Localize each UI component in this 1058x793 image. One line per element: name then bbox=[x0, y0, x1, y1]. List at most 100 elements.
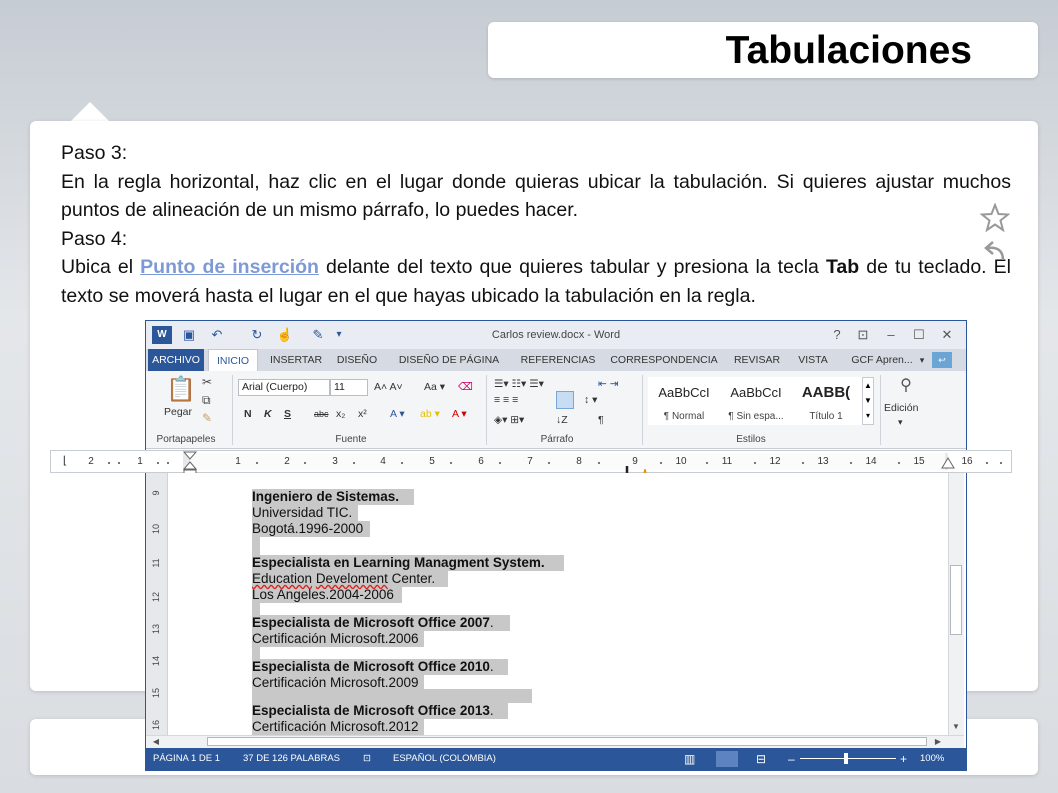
superscript-button[interactable]: x² bbox=[358, 407, 367, 421]
help-button[interactable]: ? bbox=[826, 325, 848, 345]
customize-qa-icon[interactable]: ▾ bbox=[332, 326, 346, 344]
portapapeles-label: Portapapeles bbox=[156, 434, 216, 445]
parrafo-label: Párrafo bbox=[540, 434, 574, 445]
read-mode-icon[interactable]: ▥ bbox=[684, 748, 695, 770]
ruler-tick bbox=[898, 462, 900, 464]
redo-icon[interactable]: ↻ bbox=[246, 326, 268, 344]
paste-icon[interactable]: 📋 bbox=[166, 375, 196, 405]
selection-highlight bbox=[252, 603, 260, 615]
tab-diseno-pagina[interactable]: DISEÑO DE PÁGINA bbox=[394, 349, 504, 371]
grow-font-icon[interactable]: A˄ A˅ bbox=[374, 380, 403, 394]
vruler-number: 12 bbox=[151, 592, 161, 603]
touch-mode-icon[interactable]: ☝ bbox=[274, 326, 296, 344]
justify-icon[interactable] bbox=[556, 391, 574, 409]
ruler-tick bbox=[353, 462, 355, 464]
maximize-button[interactable]: ☐ bbox=[908, 325, 930, 345]
binoculars-icon[interactable]: ⚲ bbox=[894, 375, 918, 397]
zoom-slider-thumb[interactable] bbox=[844, 753, 848, 764]
ruler-number: 2 bbox=[88, 456, 94, 467]
ruler-number: 16 bbox=[961, 456, 973, 467]
shading-icon[interactable]: ◈▾ ⊞▾ bbox=[494, 413, 524, 427]
scroll-right-icon[interactable]: ▶ bbox=[932, 736, 944, 747]
account-name[interactable]: GCF Apren... bbox=[846, 349, 918, 371]
vertical-scroll-thumb[interactable] bbox=[950, 565, 962, 635]
strikethrough-button[interactable]: abc bbox=[314, 407, 329, 421]
font-color-icon[interactable]: A ▾ bbox=[452, 407, 467, 421]
underline-button[interactable]: S bbox=[284, 407, 291, 421]
undo-icon[interactable]: ↶ bbox=[206, 326, 228, 344]
minimize-button[interactable]: – bbox=[880, 325, 902, 345]
tab-archivo[interactable]: ARCHIVO bbox=[148, 349, 204, 371]
doc-entry-line: Universidad TIC. bbox=[252, 505, 353, 520]
sort-icon[interactable]: ↓Z bbox=[556, 413, 568, 427]
vruler-number: 16 bbox=[151, 720, 161, 731]
tab-referencias[interactable]: REFERENCIAS bbox=[516, 349, 600, 371]
align-icons[interactable]: ≡ ≡ ≡ bbox=[494, 393, 518, 407]
cut-icon[interactable]: ✂ bbox=[202, 375, 212, 389]
feedback-icon[interactable]: ↩ bbox=[932, 352, 952, 368]
horizontal-scroll-thumb[interactable] bbox=[207, 737, 927, 746]
doc-title-tail: . bbox=[489, 615, 494, 630]
account-dropdown-icon[interactable]: ▾ bbox=[916, 349, 928, 371]
separator bbox=[232, 375, 233, 445]
zoom-slider[interactable] bbox=[800, 758, 896, 759]
tab-vista[interactable]: VISTA bbox=[794, 349, 832, 371]
star-icon[interactable] bbox=[980, 203, 1010, 233]
style-sin-espaciado[interactable]: AaBbCcI ¶ Sin espa... bbox=[720, 377, 792, 425]
proofing-icon[interactable]: ⊡ bbox=[363, 748, 371, 770]
page-count[interactable]: PÁGINA 1 DE 1 bbox=[153, 748, 220, 770]
paste-label[interactable]: Pegar bbox=[164, 405, 192, 419]
styles-scroll-icon[interactable]: ▲ ▼ ▾ bbox=[862, 377, 874, 425]
tab-diseno[interactable]: DISEÑO bbox=[332, 349, 382, 371]
bullets-icon[interactable]: ☰▾ ☷▾ ☰▾ bbox=[494, 377, 544, 391]
zoom-in-icon[interactable]: + bbox=[900, 748, 907, 770]
close-button[interactable]: ✕ bbox=[936, 325, 958, 345]
misspelled-word[interactable]: Education bbox=[252, 571, 312, 586]
doc-entry-line: Certificación Microsoft.2009 bbox=[252, 675, 419, 690]
copy-icon[interactable]: ⧉ bbox=[202, 393, 211, 407]
style-titulo-1[interactable]: AABB( Título 1 bbox=[790, 377, 862, 425]
scroll-left-icon[interactable]: ◀ bbox=[150, 736, 162, 747]
tab-inicio[interactable]: INICIO bbox=[208, 349, 258, 371]
misspelled-word[interactable]: Develoment bbox=[316, 571, 388, 586]
web-layout-icon[interactable]: ⊟ bbox=[756, 748, 766, 770]
clear-format-icon[interactable]: ⌫ bbox=[458, 380, 473, 394]
zoom-level[interactable]: 100% bbox=[920, 748, 944, 770]
save-icon[interactable]: ▣ bbox=[180, 326, 198, 344]
highlight-icon[interactable]: ab ▾ bbox=[420, 407, 440, 421]
indent-icon[interactable]: ⇤ ⇥ bbox=[598, 377, 619, 391]
scroll-down-icon[interactable]: ▼ bbox=[950, 721, 962, 733]
edicion-dropdown-icon[interactable]: ▾ bbox=[898, 415, 903, 429]
language[interactable]: ESPAÑOL (COLOMBIA) bbox=[393, 748, 496, 770]
tab-revisar[interactable]: REVISAR bbox=[730, 349, 784, 371]
font-size-field[interactable]: 11 bbox=[330, 379, 368, 396]
italic-button[interactable]: K bbox=[264, 407, 272, 421]
document-area[interactable]: Ingeniero de Sistemas. Universidad TIC. … bbox=[168, 473, 948, 735]
doc-entry-title: Especialista en Learning Managment Syste… bbox=[252, 555, 545, 570]
edicion-label[interactable]: Edición bbox=[884, 401, 918, 415]
subscript-button[interactable]: x₂ bbox=[336, 407, 345, 421]
tab-selector-icon[interactable]: ⌊ bbox=[58, 454, 72, 468]
tab-insertar[interactable]: INSERTAR bbox=[264, 349, 328, 371]
font-name-field[interactable]: Arial (Cuerpo) bbox=[238, 379, 330, 396]
edit-icon[interactable]: ✎ bbox=[308, 326, 328, 344]
pilcrow-icon[interactable]: ¶ bbox=[598, 413, 604, 427]
bold-button[interactable]: N bbox=[244, 407, 252, 421]
zoom-out-icon[interactable]: – bbox=[788, 748, 795, 770]
format-painter-icon[interactable]: ✎ bbox=[202, 411, 212, 425]
word-count[interactable]: 37 DE 126 PALABRAS bbox=[243, 748, 340, 770]
ruler-tick bbox=[850, 462, 852, 464]
change-case-icon[interactable]: Aa ▾ bbox=[424, 380, 445, 394]
ribbon-display-button[interactable]: ⊡ bbox=[852, 325, 874, 345]
style-normal[interactable]: AaBbCcI ¶ Normal bbox=[648, 377, 720, 425]
tab-correspondencia[interactable]: CORRESPONDENCIA bbox=[608, 349, 720, 371]
right-indent-marker-icon[interactable] bbox=[941, 456, 955, 470]
ruler-number: 2 bbox=[284, 456, 290, 467]
print-layout-icon[interactable] bbox=[716, 751, 738, 767]
punto-insercion-link[interactable]: Punto de inserción bbox=[140, 256, 319, 278]
line-spacing-icon[interactable]: ↕ ▾ bbox=[584, 393, 597, 407]
ruler-number: 12 bbox=[769, 456, 781, 467]
text-effects-icon[interactable]: A ▾ bbox=[390, 407, 405, 421]
style-name: ¶ Sin espa... bbox=[728, 411, 784, 422]
back-arrow-icon[interactable] bbox=[983, 238, 1009, 262]
